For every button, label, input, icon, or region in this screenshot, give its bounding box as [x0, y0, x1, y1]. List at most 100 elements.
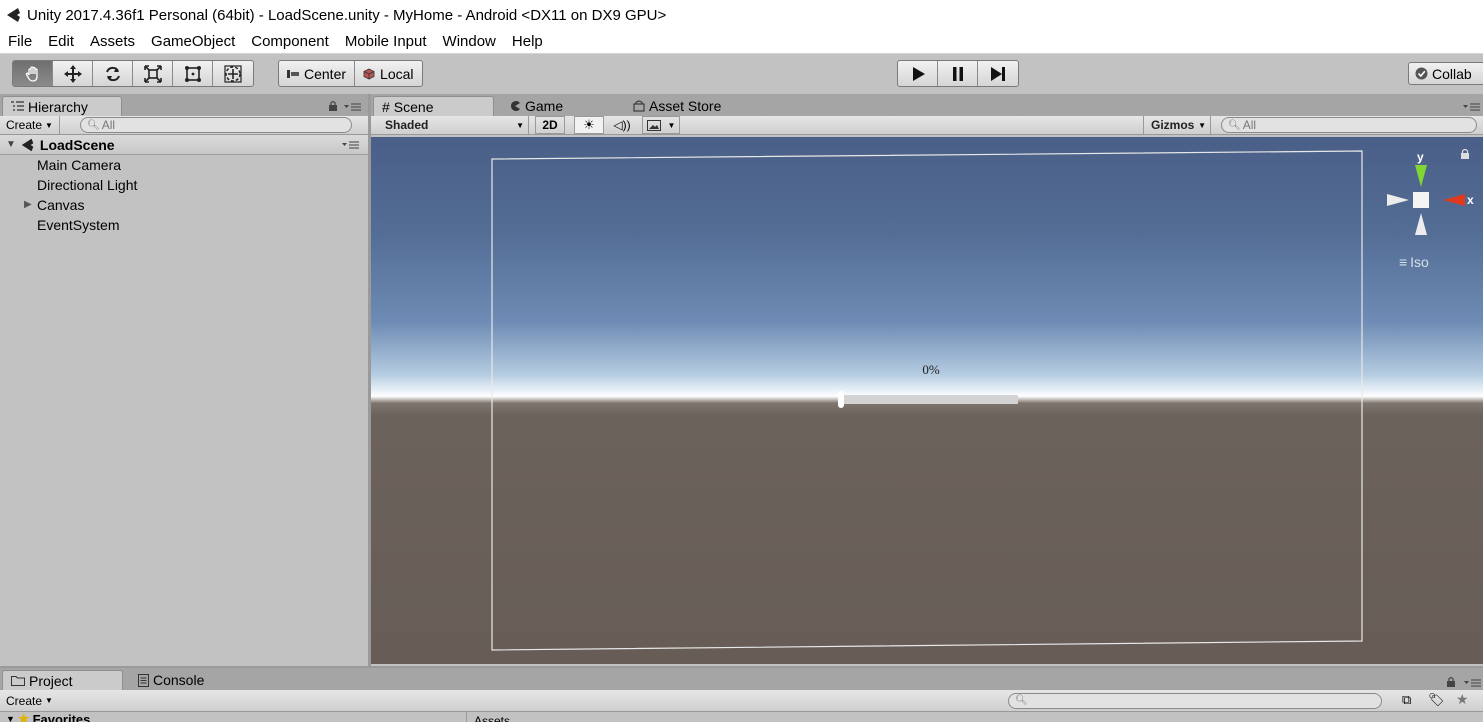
search-icon: 🔍︎ [87, 119, 100, 131]
axis-y-cone-icon[interactable] [1415, 165, 1427, 187]
filter-by-type-icon[interactable]: ⧉ [1402, 692, 1411, 708]
project-create-button[interactable]: Create ▼ [0, 692, 59, 710]
transform-tool-button[interactable] [213, 61, 253, 86]
menu-mobile-input[interactable]: Mobile Input [337, 31, 435, 53]
pivot-center-toggle[interactable]: Center [279, 61, 356, 86]
speaker-icon: ◁)) [613, 118, 631, 132]
expand-arrow-icon: ▼ [6, 139, 16, 150]
hierarchy-item-directional-light[interactable]: Directional Light [0, 175, 368, 195]
hand-tool-button[interactable] [13, 61, 53, 86]
iso-lines-icon: ≡ [1399, 254, 1408, 270]
hierarchy-search-input[interactable]: 🔍︎ All [80, 117, 352, 133]
menu-edit[interactable]: Edit [40, 31, 82, 53]
gizmos-dropdown[interactable]: Gizmos ▼ [1143, 116, 1211, 134]
toggle-2d-button[interactable]: 2D [535, 116, 565, 134]
scene-effects-dropdown[interactable]: ▼ [642, 116, 680, 134]
iso-toggle[interactable]: ≡ Iso [1399, 254, 1429, 270]
star-icon: ★ [17, 712, 30, 722]
tab-hierarchy[interactable]: Hierarchy [2, 96, 122, 116]
gizmo-lock-icon[interactable] [1461, 153, 1469, 159]
tab-console[interactable]: Console [130, 670, 212, 690]
menu-window[interactable]: Window [435, 31, 504, 53]
shading-mode-dropdown[interactable]: Shaded ▼ [371, 116, 529, 134]
axis-x-label: x [1467, 193, 1474, 207]
axis-neg-y-cone-icon[interactable] [1415, 213, 1427, 235]
panel-menu-icon[interactable] [344, 102, 362, 112]
project-split-divider[interactable] [466, 712, 467, 722]
pivot-center-label: Center [304, 65, 347, 82]
sun-icon: ☀ [583, 117, 595, 132]
scale-tool-button[interactable] [133, 61, 173, 86]
hierarchy-tab-label: Hierarchy [28, 98, 88, 115]
pause-button[interactable] [938, 61, 978, 86]
panel-menu-icon[interactable] [1464, 678, 1482, 688]
tab-asset-store[interactable]: Asset Store [625, 96, 729, 116]
hierarchy-item-main-camera[interactable]: Main Camera [0, 155, 368, 175]
lock-icon[interactable] [1446, 676, 1456, 688]
scene-audio-toggle[interactable]: ◁)) [607, 116, 637, 134]
expand-arrow-icon: ▼ [6, 714, 15, 722]
rotate-tool-button[interactable] [93, 61, 133, 86]
move-tool-button[interactable] [53, 61, 93, 86]
window-title-bar: Unity 2017.4.36f1 Personal (64bit) - Loa… [0, 0, 1483, 30]
game-tab-label: Game [525, 98, 564, 114]
favorite-star-icon[interactable]: ★ [1456, 691, 1469, 708]
dropdown-arrow-icon: ▼ [516, 120, 524, 130]
scene-lighting-toggle[interactable]: ☀ [574, 116, 604, 134]
transform-tools [12, 60, 254, 87]
collapsed-arrow-icon[interactable]: ▶ [24, 199, 32, 210]
hierarchy-scene-header[interactable]: ▼ LoadScene [0, 135, 368, 155]
axis-neg-x-cone-icon[interactable] [1387, 194, 1409, 206]
play-icon [912, 66, 925, 81]
rect-tool-button[interactable] [173, 61, 213, 86]
unity-logo-icon [7, 8, 20, 22]
orientation-gizmo[interactable]: y x [1379, 145, 1479, 245]
hierarchy-create-button[interactable]: Create ▼ [0, 116, 60, 134]
menu-help[interactable]: Help [504, 31, 551, 53]
project-search-input[interactable]: 🔍︎ [1008, 692, 1382, 709]
hierarchy-item-canvas[interactable]: ▶ Canvas [0, 195, 368, 215]
progress-slider[interactable] [838, 391, 1018, 408]
filter-by-label-icon[interactable]: 🏷︎ [1428, 692, 1445, 708]
favorites-section[interactable]: ▼ ★ Favorites [6, 712, 90, 722]
axis-x-cone-icon[interactable] [1443, 194, 1465, 206]
collab-label: Collab [1432, 65, 1472, 82]
scene-panel-menu-icon[interactable] [1463, 102, 1481, 112]
progress-handle[interactable] [838, 391, 844, 408]
progress-percent-text: 0% [922, 362, 940, 377]
tab-scene[interactable]: # Scene [373, 96, 494, 116]
breadcrumb-assets[interactable]: Assets [474, 714, 510, 722]
collab-button[interactable]: Collab [1408, 62, 1483, 85]
scene-menu-icon[interactable] [342, 140, 360, 150]
project-panel: Project Console Create ▼ 🔍︎ ⧉ 🏷︎ ★ ▼ ★ F… [0, 668, 1483, 722]
hierarchy-panel: Hierarchy Create ▼ 🔍︎ All ▼ LoadScene Ma… [0, 94, 368, 666]
hierarchy-item-eventsystem[interactable]: EventSystem [0, 215, 368, 235]
store-bag-icon [633, 100, 645, 112]
scene-search-placeholder: All [1242, 118, 1257, 132]
search-icon: 🔍︎ [1015, 695, 1028, 706]
play-button[interactable] [898, 61, 938, 86]
unity-scene-icon [21, 138, 34, 151]
gizmos-label: Gizmos [1151, 118, 1195, 132]
step-button[interactable] [978, 61, 1018, 86]
project-create-label: Create [6, 693, 43, 708]
rect-transform-icon [184, 65, 201, 82]
menu-gameobject[interactable]: GameObject [143, 31, 243, 53]
gizmo-center-cube-icon[interactable] [1413, 192, 1429, 208]
pivot-local-toggle[interactable]: Local [355, 61, 421, 86]
menu-file[interactable]: File [0, 31, 40, 53]
image-effects-icon [646, 119, 661, 131]
rotate-icon [105, 66, 120, 81]
window-title: Unity 2017.4.36f1 Personal (64bit) - Loa… [27, 6, 667, 24]
asset-store-tab-label: Asset Store [649, 98, 722, 114]
tab-project[interactable]: Project [2, 670, 123, 690]
shading-mode-label: Shaded [385, 118, 429, 132]
menu-component[interactable]: Component [243, 31, 337, 53]
lock-icon[interactable] [328, 100, 338, 112]
collab-check-icon [1415, 67, 1428, 80]
scale-icon [143, 64, 162, 83]
scene-viewport[interactable]: 0% y x ≡ Iso [371, 137, 1483, 664]
menu-assets[interactable]: Assets [82, 31, 143, 53]
tab-game[interactable]: Game [501, 96, 571, 116]
scene-search-input[interactable]: 🔍︎ All [1221, 117, 1477, 133]
